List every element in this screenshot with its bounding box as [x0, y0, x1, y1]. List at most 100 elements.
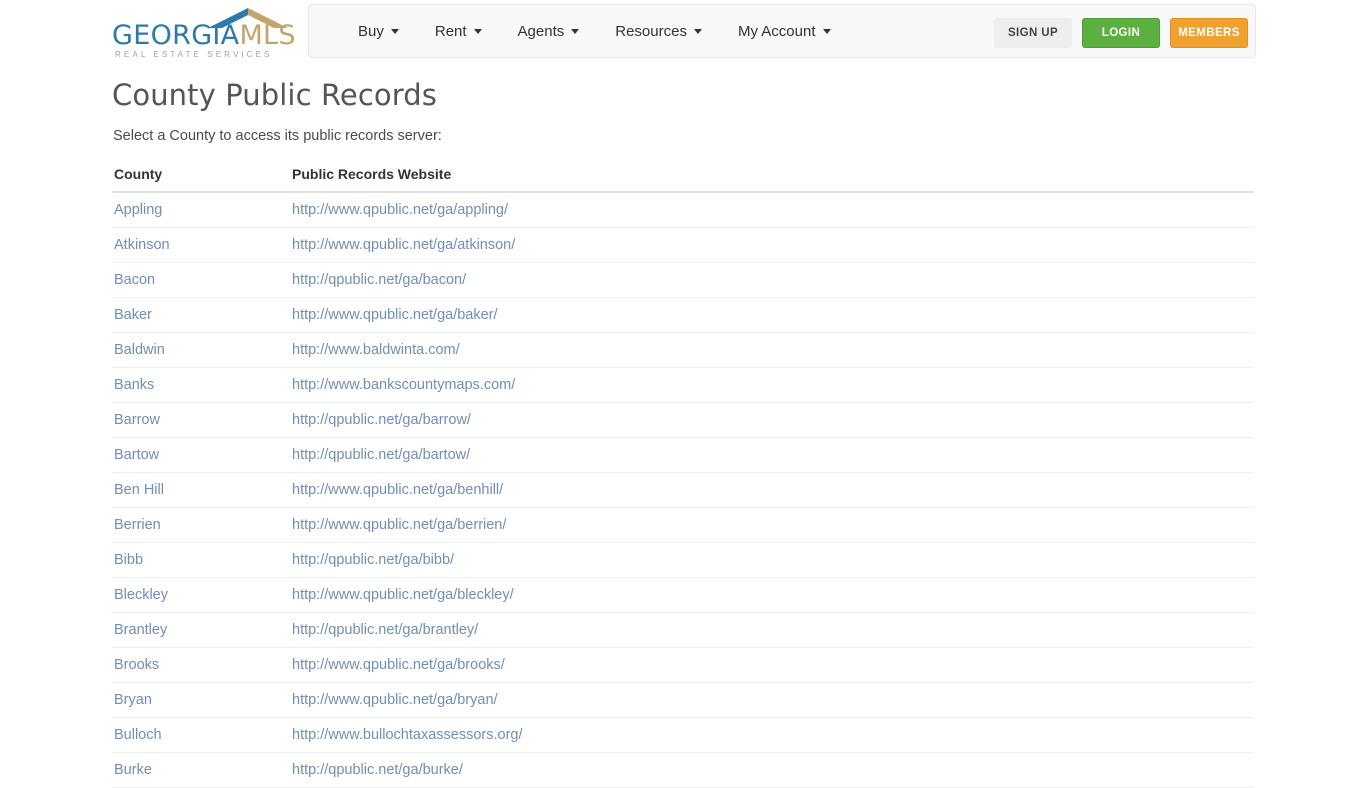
public-records-url-cell: http://www.qpublic.net/ga/atkinson/ — [290, 227, 1254, 263]
table-row: Baldwin http://www.baldwinta.com/ — [112, 332, 1254, 368]
county-link[interactable]: Atkinson — [114, 237, 170, 253]
public-records-link[interactable]: http://www.qpublic.net/ga/baker/ — [292, 307, 498, 323]
table-row: Berrien http://www.qpublic.net/ga/berrien… — [112, 507, 1254, 543]
nav-item-agents-label: Agents — [517, 22, 565, 40]
county-link[interactable]: Banks — [114, 377, 154, 393]
nav-item-my-account-label: My Account — [737, 22, 816, 40]
county-link[interactable]: Berrien — [114, 517, 161, 533]
public-records-link[interactable]: http://www.qpublic.net/ga/berrien/ — [292, 517, 506, 533]
table-row: Banks http://www.bankscountymaps.com/ — [112, 367, 1254, 403]
public-records-link[interactable]: http://www.qpublic.net/ga/atkinson/ — [292, 237, 515, 253]
public-records-link[interactable]: http://www.qpublic.net/ga/benhill/ — [292, 482, 503, 498]
county-link[interactable]: Bulloch — [114, 727, 162, 743]
chevron-down-icon — [473, 28, 482, 34]
page-subtitle: Select a County to access its public rec… — [113, 128, 442, 144]
county-name-cell: Brooks — [112, 647, 290, 683]
sign-up-button[interactable]: SIGN UP — [994, 18, 1072, 48]
table-row: Appling http://www.qpublic.net/ga/appling… — [112, 192, 1254, 228]
table-row: Bibb http://qpublic.net/ga/bibb/ — [112, 542, 1254, 578]
nav-item-resources[interactable]: Resources — [597, 4, 720, 58]
county-link[interactable]: Bartow — [114, 447, 159, 463]
county-name-cell: Brantley — [112, 612, 290, 648]
public-records-link[interactable]: http://www.baldwinta.com/ — [292, 342, 460, 358]
county-link[interactable]: Brooks — [114, 657, 159, 673]
county-link[interactable]: Appling — [114, 202, 162, 218]
table-row: Atkinson http://www.qpublic.net/ga/atkins… — [112, 227, 1254, 263]
table-body: Appling http://www.qpublic.net/ga/appling… — [112, 192, 1254, 788]
header-action-buttons: SIGN UP LOGIN MEMBERS — [994, 18, 1248, 48]
county-name-cell: Bibb — [112, 542, 290, 578]
county-name-cell: Atkinson — [112, 227, 290, 263]
county-link[interactable]: Bibb — [114, 552, 143, 568]
public-records-url-cell: http://www.qpublic.net/ga/baker/ — [290, 297, 1254, 333]
public-records-url-cell: http://www.qpublic.net/ga/bleckley/ — [290, 577, 1254, 613]
table-row: Bulloch http://www.bullochtaxassessors.or… — [112, 717, 1254, 753]
county-name-cell: Bartow — [112, 437, 290, 473]
site-logo[interactable]: GEORGIAMLS REAL ESTATE SERVICES — [112, 8, 296, 59]
table-row: Brantley http://qpublic.net/ga/brantley/ — [112, 612, 1254, 648]
county-link[interactable]: Bryan — [114, 692, 152, 708]
table-row: Bacon http://qpublic.net/ga/bacon/ — [112, 262, 1254, 298]
public-records-link[interactable]: http://www.bankscountymaps.com/ — [292, 377, 515, 393]
nav-item-rent[interactable]: Rent — [417, 4, 500, 58]
public-records-link[interactable]: http://www.qpublic.net/ga/brooks/ — [292, 657, 505, 673]
county-link[interactable]: Bleckley — [114, 587, 168, 603]
public-records-url-cell: http://qpublic.net/ga/barrow/ — [290, 402, 1254, 438]
county-name-cell: Berrien — [112, 507, 290, 543]
public-records-link[interactable]: http://qpublic.net/ga/barrow/ — [292, 412, 471, 428]
county-name-cell: Banks — [112, 367, 290, 403]
county-name-cell: Appling — [112, 192, 290, 228]
county-name-cell: Barrow — [112, 402, 290, 438]
public-records-link[interactable]: http://qpublic.net/ga/burke/ — [292, 762, 463, 778]
public-records-url-cell: http://www.baldwinta.com/ — [290, 332, 1254, 368]
county-link[interactable]: Barrow — [114, 412, 160, 428]
table-header: County Public Records Website — [112, 166, 1254, 193]
members-button[interactable]: MEMBERS — [1170, 18, 1248, 48]
nav-item-buy[interactable]: Buy — [340, 4, 417, 58]
chevron-down-icon — [390, 28, 399, 34]
public-records-link[interactable]: http://qpublic.net/ga/bartow/ — [292, 447, 470, 463]
public-records-link[interactable]: http://qpublic.net/ga/bibb/ — [292, 552, 454, 568]
public-records-url-cell: http://www.bullochtaxassessors.org/ — [290, 717, 1254, 753]
county-name-cell: Bryan — [112, 682, 290, 718]
main-content: County Public Records Select a County to… — [112, 70, 1254, 788]
nav-item-my-account[interactable]: My Account — [720, 4, 849, 58]
county-link[interactable]: Bacon — [114, 272, 155, 288]
chevron-down-icon — [822, 28, 831, 34]
public-records-url-cell: http://qpublic.net/ga/brantley/ — [290, 612, 1254, 648]
logo-georgia-text: GEORGIA — [112, 20, 240, 51]
public-records-link[interactable]: http://qpublic.net/ga/bacon/ — [292, 272, 466, 288]
column-header-county: County — [112, 166, 290, 193]
public-records-link[interactable]: http://qpublic.net/ga/brantley/ — [292, 622, 478, 638]
public-records-link[interactable]: http://www.qpublic.net/ga/appling/ — [292, 202, 508, 218]
nav-item-buy-label: Buy — [358, 22, 384, 40]
county-link[interactable]: Burke — [114, 762, 152, 778]
county-link[interactable]: Baker — [114, 307, 152, 323]
site-header: GEORGIAMLS REAL ESTATE SERVICES Buy Rent… — [0, 0, 1366, 66]
public-records-url-cell: http://www.qpublic.net/ga/appling/ — [290, 192, 1254, 228]
chevron-down-icon — [571, 28, 580, 34]
nav-item-agents[interactable]: Agents — [500, 4, 598, 58]
county-name-cell: Baker — [112, 297, 290, 333]
table-header-row: County Public Records Website — [112, 166, 1254, 193]
public-records-link[interactable]: http://www.bullochtaxassessors.org/ — [292, 727, 523, 743]
table-row: Bartow http://qpublic.net/ga/bartow/ — [112, 437, 1254, 473]
table-row: Brooks http://www.qpublic.net/ga/brooks/ — [112, 647, 1254, 683]
county-link[interactable]: Baldwin — [114, 342, 165, 358]
table-row: Ben Hill http://www.qpublic.net/ga/benhil… — [112, 472, 1254, 508]
county-records-table: County Public Records Website Appling htt… — [112, 166, 1254, 788]
county-name-cell: Baldwin — [112, 332, 290, 368]
public-records-url-cell: http://qpublic.net/ga/bibb/ — [290, 542, 1254, 578]
county-link[interactable]: Brantley — [114, 622, 167, 638]
column-header-website: Public Records Website — [290, 166, 1254, 193]
county-link[interactable]: Ben Hill — [114, 482, 164, 498]
public-records-link[interactable]: http://www.qpublic.net/ga/bryan/ — [292, 692, 498, 708]
public-records-url-cell: http://www.qpublic.net/ga/bryan/ — [290, 682, 1254, 718]
login-button[interactable]: LOGIN — [1082, 18, 1160, 48]
public-records-link[interactable]: http://www.qpublic.net/ga/bleckley/ — [292, 587, 514, 603]
chevron-down-icon — [693, 28, 702, 34]
table-row: Baker http://www.qpublic.net/ga/baker/ — [112, 297, 1254, 333]
nav-item-rent-label: Rent — [434, 22, 467, 40]
county-name-cell: Burke — [112, 752, 290, 788]
public-records-url-cell: http://www.qpublic.net/ga/benhill/ — [290, 472, 1254, 508]
